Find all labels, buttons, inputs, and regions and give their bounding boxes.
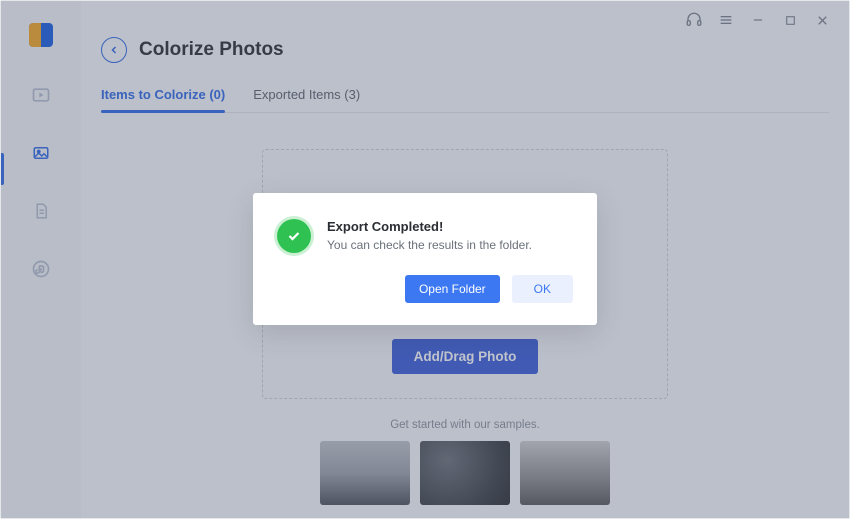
- modal-text-group: Export Completed! You can check the resu…: [327, 219, 532, 252]
- check-icon: [277, 219, 311, 253]
- open-folder-button[interactable]: Open Folder: [405, 275, 500, 303]
- modal-title: Export Completed!: [327, 219, 532, 234]
- export-completed-modal: Export Completed! You can check the resu…: [253, 193, 597, 325]
- modal-actions: Open Folder OK: [277, 275, 573, 303]
- ok-button[interactable]: OK: [512, 275, 573, 303]
- modal-overlay: Export Completed! You can check the resu…: [1, 1, 849, 518]
- modal-body: Export Completed! You can check the resu…: [277, 219, 573, 253]
- app-window: Colorize Photos Items to Colorize (0) Ex…: [0, 0, 850, 519]
- modal-message: You can check the results in the folder.: [327, 238, 532, 252]
